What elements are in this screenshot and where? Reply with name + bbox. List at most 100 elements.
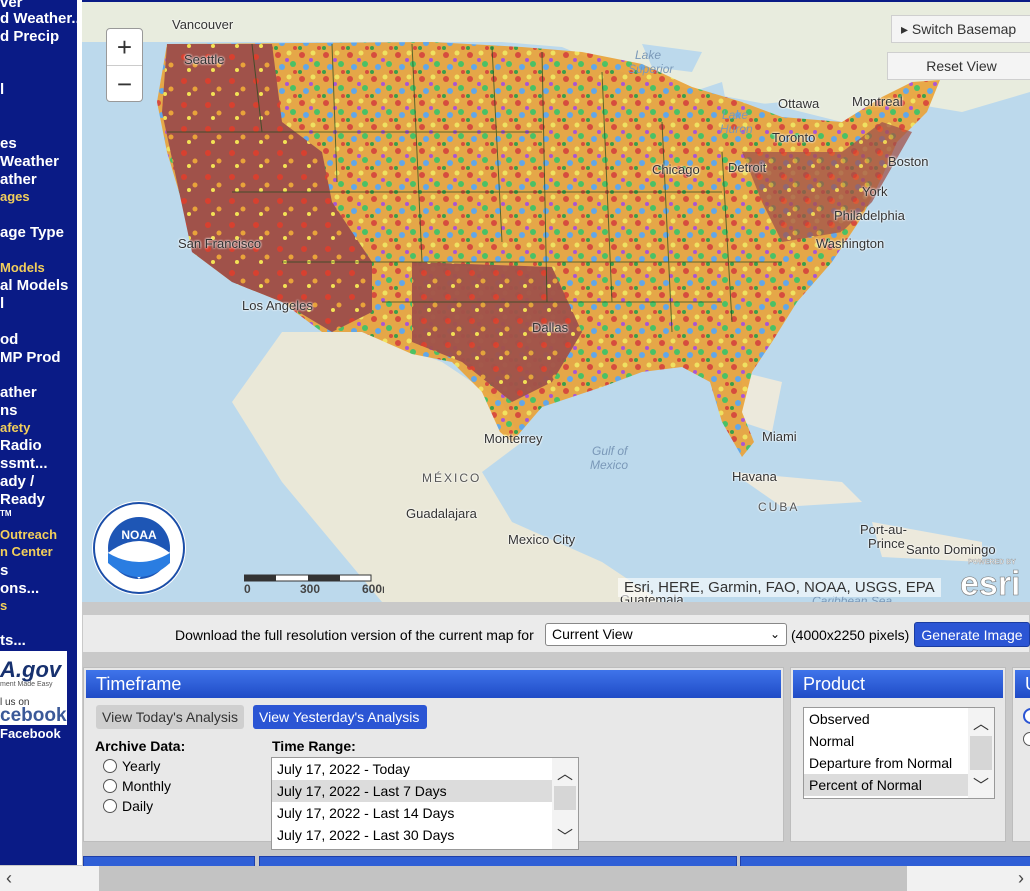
triangle-right-icon: ▸ xyxy=(901,21,909,37)
chevron-up-icon[interactable]: ︿ xyxy=(552,760,578,784)
sidebar-item[interactable]: Radio xyxy=(0,437,42,454)
sidebar-item[interactable]: d Precip xyxy=(0,28,59,45)
product-scrollbar[interactable]: ︿ ﹀ xyxy=(968,708,994,798)
map-label-philadelphia: Philadelphia xyxy=(834,208,905,223)
sidebar-item[interactable]: ages xyxy=(0,189,30,204)
sidebar-item[interactable]: es xyxy=(0,135,17,152)
archive-yearly-label: Yearly xyxy=(122,758,161,774)
units-radio-selected[interactable] xyxy=(1023,708,1030,724)
sidebar-item[interactable]: afety xyxy=(0,420,30,435)
map-label-boston: Boston xyxy=(888,154,929,169)
sidebar-item[interactable]: s xyxy=(0,562,8,579)
sidebar-item[interactable]: ons... xyxy=(0,580,39,597)
product-option-selected[interactable]: Percent of Normal xyxy=(804,774,994,796)
switch-basemap-label: Switch Basemap xyxy=(911,21,1017,37)
time-range-scrollbar[interactable]: ︿ ﹀ xyxy=(552,758,578,849)
sidebar-item[interactable]: ssmt... xyxy=(0,455,48,472)
reset-view-button[interactable]: Reset View xyxy=(887,52,1030,80)
chevron-down-icon[interactable]: ﹀ xyxy=(552,823,578,847)
archive-monthly-radio[interactable]: Monthly xyxy=(103,778,171,794)
precip-map[interactable]: + − ▸ Switch Basemap Reset View Vancouve… xyxy=(82,0,1030,602)
map-attribution: Esri, HERE, Garmin, FAO, NOAA, USGS, EPA xyxy=(618,578,941,597)
map-label-gulf-1: Gulf of xyxy=(592,444,628,458)
map-label-port-au-prince-1: Port-au- xyxy=(860,522,907,537)
florida-caribbean xyxy=(732,372,982,562)
sidebar-item[interactable]: TM xyxy=(0,509,12,518)
view-yesterday-button[interactable]: View Yesterday's Analysis xyxy=(253,705,427,729)
sidebar-item[interactable]: MP Prod xyxy=(0,349,61,366)
scrollbar-thumb[interactable] xyxy=(554,786,576,810)
usa-gov-logo: A.gov xyxy=(0,657,62,682)
time-range-option[interactable]: July 17, 2022 - Today xyxy=(272,758,578,780)
chevron-down-icon: ⌄ xyxy=(769,627,780,641)
zoom-in-button[interactable]: + xyxy=(107,29,142,66)
map-label-vancouver: Vancouver xyxy=(172,17,234,32)
map-label-los-angeles: Los Angeles xyxy=(242,298,313,313)
map-canvas xyxy=(82,2,1030,602)
sidebar-item[interactable]: ns xyxy=(0,402,18,419)
usa-gov-tagline: ment Made Easy xyxy=(0,681,53,688)
archive-daily-radio[interactable]: Daily xyxy=(103,798,153,814)
sidebar-item[interactable]: l xyxy=(0,81,4,98)
sidebar-item[interactable]: od xyxy=(0,331,18,348)
sidebar-item[interactable]: Ready xyxy=(0,491,45,508)
view-today-button[interactable]: View Today's Analysis xyxy=(96,705,244,729)
chevron-up-icon[interactable]: ︿ xyxy=(968,710,994,734)
product-option[interactable]: Normal xyxy=(804,730,994,752)
scrollbar-thumb[interactable] xyxy=(970,736,992,770)
scrollbar-thumb[interactable] xyxy=(99,866,907,891)
map-label-lake-huron-1: Lake xyxy=(722,108,749,122)
map-label-lake-huron-2: Huron xyxy=(720,122,753,136)
time-range-option[interactable]: July 17, 2022 - Last 14 Days xyxy=(272,802,578,824)
archive-monthly-label: Monthly xyxy=(122,778,172,794)
generate-image-button[interactable]: Generate Image xyxy=(914,622,1030,647)
sidebar-item[interactable]: ts... xyxy=(0,632,26,649)
svg-text:NOAA: NOAA xyxy=(121,528,157,542)
sidebar-item[interactable]: s xyxy=(0,598,7,613)
download-view-select[interactable]: Current View ⌄ xyxy=(545,623,787,646)
map-label-port-au-prince-2: Prince xyxy=(868,536,905,551)
sidebar-item[interactable]: Models xyxy=(0,260,45,275)
horizontal-scrollbar[interactable]: ‹ › xyxy=(0,866,1030,891)
scale-label-600: 600mi xyxy=(362,582,384,596)
map-label-seattle: Seattle xyxy=(184,52,225,67)
sidebar-item[interactable]: ady / xyxy=(0,473,34,490)
facebook-badge[interactable]: l us on cebook xyxy=(0,697,67,725)
sidebar-item[interactable]: l xyxy=(0,295,4,312)
sidebar-item[interactable]: ather xyxy=(0,384,37,401)
sidebar-item[interactable]: al Models xyxy=(0,277,68,294)
units-radio[interactable] xyxy=(1023,732,1030,746)
time-range-list[interactable]: July 17, 2022 - Today July 17, 2022 - La… xyxy=(271,757,579,850)
scale-label-300: 300 xyxy=(300,582,320,596)
map-label-washington: Washington xyxy=(816,236,885,251)
switch-basemap-button[interactable]: ▸ Switch Basemap xyxy=(891,15,1030,43)
chevron-right-icon[interactable]: › xyxy=(1018,868,1024,889)
facebook-badge-line2: cebook xyxy=(0,705,67,725)
usa-gov-badge[interactable]: A.gov ment Made Easy l us on cebook xyxy=(0,651,67,725)
product-option[interactable]: Observed xyxy=(804,708,994,730)
chevron-left-icon[interactable]: ‹ xyxy=(6,868,12,889)
sidebar-item[interactable]: Outreach xyxy=(0,527,57,542)
zoom-out-button[interactable]: − xyxy=(107,66,142,102)
map-label-havana: Havana xyxy=(732,469,777,484)
sidebar-item[interactable]: Weather xyxy=(0,153,59,170)
sidebar-item[interactable]: d Weather... xyxy=(0,10,77,27)
product-option[interactable]: Departure from Normal xyxy=(804,752,994,774)
archive-data-label: Archive Data: xyxy=(95,738,186,754)
zoom-control: + − xyxy=(106,28,143,102)
time-range-option-selected[interactable]: July 17, 2022 - Last 7 Days xyxy=(272,780,578,802)
facebook-link[interactable]: Facebook xyxy=(0,726,61,741)
time-range-option[interactable]: July 17, 2022 - Last 30 Days xyxy=(272,824,578,846)
sidebar-item[interactable]: ather xyxy=(0,171,37,188)
noaa-logo: NOAA xyxy=(92,501,186,595)
product-list[interactable]: Observed Normal Departure from Normal Pe… xyxy=(803,707,995,799)
sidebar-item[interactable]: age Type xyxy=(0,224,64,241)
timeframe-title: Timeframe xyxy=(86,670,781,698)
map-label-miami: Miami xyxy=(762,429,797,444)
product-title: Product xyxy=(793,670,1003,698)
sidebar-item[interactable]: n Center xyxy=(0,544,53,559)
map-label-gulf-2: Mexico xyxy=(590,458,629,472)
map-label-santo-domingo: Santo Domingo xyxy=(906,542,996,557)
chevron-down-icon[interactable]: ﹀ xyxy=(968,772,994,796)
archive-yearly-radio[interactable]: Yearly xyxy=(103,758,160,774)
